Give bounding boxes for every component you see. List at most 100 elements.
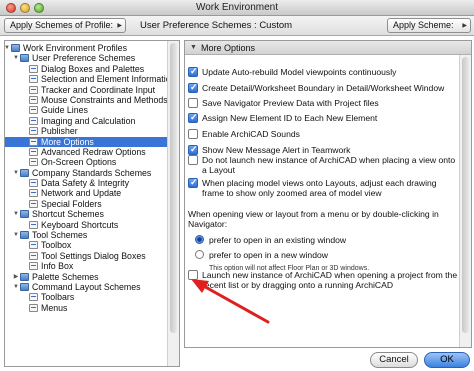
title-bar: Work Environment	[0, 0, 474, 16]
option-label: Create Detail/Worksheet Boundary in Deta…	[202, 83, 445, 93]
option-save-navigator-preview[interactable]: Save Navigator Preview Data with Project…	[188, 98, 458, 108]
option-create-detail-boundary[interactable]: Create Detail/Worksheet Boundary in Deta…	[188, 82, 458, 93]
tree-item-label: Work Environment Profiles	[23, 43, 127, 53]
tree-item-label: Guide Lines	[41, 105, 88, 116]
option-show-message-alert[interactable]: Show New Message Alert in Teamwork	[188, 144, 458, 155]
settings-page-icon	[29, 241, 38, 250]
disclosure-triangle-icon[interactable]: ▼	[190, 44, 197, 51]
option-label: Show New Message Alert in Teamwork	[202, 145, 351, 155]
tree-item[interactable]: ▼ Command Layout Schemes	[5, 282, 168, 292]
tree-item[interactable]: Toolbox	[5, 240, 168, 250]
settings-page-icon	[29, 127, 38, 136]
popup-arrows-icon: ▶	[117, 23, 122, 29]
checkbox[interactable]	[188, 66, 198, 77]
tree-item[interactable]: Selection and Element Information	[5, 74, 175, 84]
scroll-thumb[interactable]	[170, 43, 177, 333]
tree-item[interactable]: Publisher	[5, 126, 168, 136]
tree-item-label: Info Box	[41, 261, 74, 272]
tree-item[interactable]: Guide Lines	[5, 105, 168, 115]
toolbar: Apply Schemes of Profile: ▶ User Prefere…	[0, 16, 474, 36]
radio-label: prefer to open in a new window	[209, 250, 328, 260]
tree-item[interactable]: ▼ Shortcut Schemes	[5, 209, 168, 219]
radio-button[interactable]	[195, 235, 204, 244]
tree-item[interactable]: Dialog Boxes and Palettes	[5, 64, 168, 74]
settings-page-icon	[29, 189, 38, 198]
folder-icon	[11, 44, 20, 52]
disclosure-open-icon[interactable]: ▼	[5, 43, 11, 53]
tree-scrollbar[interactable]	[167, 41, 179, 366]
checkbox[interactable]	[188, 98, 198, 108]
tree-item[interactable]: ▼ Tool Schemes	[5, 230, 168, 240]
tree-item-label: Shortcut Schemes	[32, 209, 104, 220]
tree-item[interactable]: Info Box	[5, 261, 168, 271]
ok-button[interactable]: OK	[424, 352, 470, 368]
disclosure-open-icon[interactable]: ▼	[12, 168, 20, 178]
checkbox[interactable]	[188, 144, 198, 155]
option-update-auto-rebuild[interactable]: Update Auto-rebuild Model viewpoints con…	[188, 66, 458, 77]
tree-item-label: Advanced Redraw Options	[41, 146, 146, 157]
tree-item[interactable]: Tracker and Coordinate Input	[5, 85, 168, 95]
radio-existing-window[interactable]: prefer to open in an existing window	[188, 235, 458, 245]
section-header[interactable]: ▼ More Options	[185, 41, 471, 55]
tree-item[interactable]: ▼ Company Standards Schemes	[5, 168, 168, 178]
radio-new-window[interactable]: prefer to open in a new window	[188, 250, 458, 260]
tree-item-label: Toolbox	[41, 240, 72, 251]
checkbox[interactable]	[188, 155, 198, 165]
settings-tree: ▼ Work Environment Profiles ▼ User Preferen…	[4, 40, 180, 367]
apply-scheme-popup[interactable]: Apply Scheme: ▶	[387, 18, 471, 33]
tree-item[interactable]: Keyboard Shortcuts	[5, 220, 168, 230]
tree-item[interactable]: ▼ Work Environment Profiles	[5, 43, 168, 53]
tree-item[interactable]: Menus	[5, 303, 168, 313]
option-adjust-drawing-frame[interactable]: When placing model views onto Layouts, a…	[188, 177, 458, 198]
cancel-button[interactable]: Cancel	[370, 352, 418, 368]
panel-scrollbar[interactable]	[459, 55, 471, 347]
tree-item[interactable]: Toolbars	[5, 292, 168, 302]
option-label: Enable ArchiCAD Sounds	[202, 129, 300, 139]
checkbox[interactable]	[188, 270, 198, 280]
settings-page-icon	[29, 95, 38, 104]
tree-item[interactable]: Imaging and Calculation	[5, 116, 168, 126]
option-assign-element-id[interactable]: Assign New Element ID to Each New Elemen…	[188, 112, 458, 123]
tree-item-label: Imaging and Calculation	[41, 115, 136, 126]
tree-item-label: Publisher	[41, 126, 78, 137]
folder-icon	[20, 210, 29, 219]
tree-item[interactable]: ▼ User Preference Schemes	[5, 53, 168, 63]
disclosure-open-icon[interactable]: ▼	[12, 230, 20, 240]
scroll-thumb[interactable]	[462, 57, 469, 333]
folder-icon	[20, 282, 29, 291]
tree-item[interactable]: Advanced Redraw Options	[5, 147, 168, 157]
tree-item-label: On-Screen Options	[41, 157, 117, 168]
option-launch-new-instance[interactable]: Launch new instance of ArchiCAD when ope…	[188, 270, 458, 290]
settings-page-icon	[29, 199, 38, 208]
tree-item[interactable]: Network and Update	[5, 188, 168, 198]
tree-item[interactable]: Mouse Constraints and Methods	[5, 95, 168, 105]
section-title: More Options	[201, 43, 256, 53]
tree-item[interactable]: On-Screen Options	[5, 157, 168, 167]
checkbox[interactable]	[188, 129, 198, 139]
settings-page-icon	[29, 137, 38, 146]
settings-page-icon	[29, 147, 38, 156]
tree-item[interactable]: Special Folders	[5, 199, 168, 209]
popup-arrows-icon: ▶	[462, 23, 467, 29]
apply-profile-popup[interactable]: Apply Schemes of Profile: ▶	[4, 18, 126, 33]
tree-item[interactable]: Data Safety & Integrity	[5, 178, 168, 188]
checkbox[interactable]	[188, 177, 198, 188]
tree-item-label: Data Safety & Integrity	[41, 178, 130, 189]
checkbox[interactable]	[188, 82, 198, 93]
tree-item-label: Dialog Boxes and Palettes	[41, 63, 145, 74]
tree-item[interactable]: Tool Settings Dialog Boxes	[5, 251, 168, 261]
tree-item-label: Network and Update	[41, 188, 122, 199]
settings-page-icon	[29, 293, 38, 302]
radio-button[interactable]	[195, 250, 204, 259]
disclosure-open-icon[interactable]: ▼	[12, 282, 20, 292]
disclosure-open-icon[interactable]: ▼	[12, 209, 20, 219]
tree-item-label: More Options	[41, 136, 94, 147]
option-no-new-instance-layout[interactable]: Do not launch new instance of ArchiCAD w…	[188, 155, 458, 175]
disclosure-open-icon[interactable]: ▼	[12, 53, 20, 63]
folder-icon	[20, 54, 29, 63]
option-enable-sounds[interactable]: Enable ArchiCAD Sounds	[188, 129, 458, 139]
tree-item[interactable]: ▶ Palette Schemes	[5, 272, 168, 282]
tree-item[interactable]: More Options	[5, 136, 168, 147]
disclosure-closed-icon[interactable]: ▶	[12, 272, 20, 282]
checkbox[interactable]	[188, 112, 198, 123]
